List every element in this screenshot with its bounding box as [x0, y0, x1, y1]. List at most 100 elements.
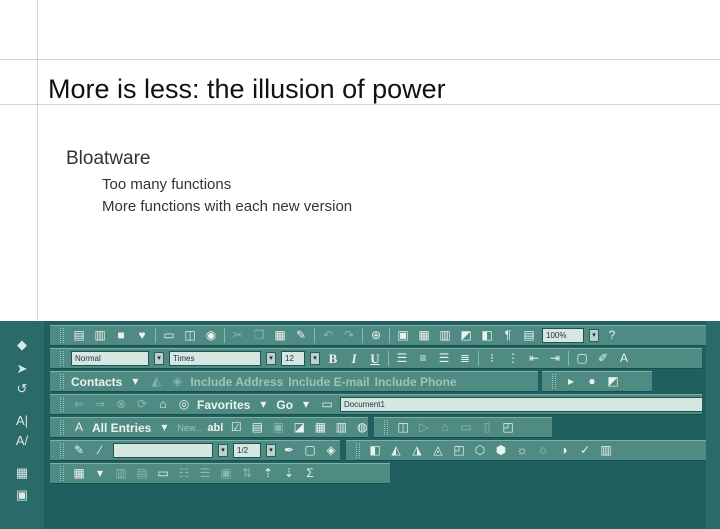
shading-color-icon[interactable]: ◈: [323, 443, 339, 458]
checkbox-icon[interactable]: ☑: [228, 420, 244, 435]
help-icon[interactable]: ?: [604, 328, 620, 343]
table-of-contents-icon[interactable]: ◫: [395, 420, 411, 435]
include-address-button[interactable]: Include Address: [190, 375, 283, 389]
insert-table-icon[interactable]: ▦: [71, 466, 87, 481]
contacts-button[interactable]: Contacts: [71, 375, 122, 389]
tilt-down-icon[interactable]: ◭: [388, 443, 404, 458]
style-dropdown-icon[interactable]: ▾: [154, 352, 164, 365]
align-center-icon[interactable]: ≡: [415, 351, 431, 366]
toolbar-grip[interactable]: [60, 328, 64, 343]
font-field[interactable]: Times: [169, 351, 261, 366]
new-document-icon[interactable]: ▤: [71, 328, 87, 343]
print-icon[interactable]: ▭: [161, 328, 177, 343]
pointer-icon[interactable]: ➤: [13, 361, 31, 377]
toolbar-grip[interactable]: [60, 420, 64, 435]
border-icon[interactable]: ▢: [574, 351, 590, 366]
copy-icon[interactable]: ❐: [251, 328, 267, 343]
lasso-icon[interactable]: ↺: [13, 381, 31, 397]
show-hide-icon[interactable]: ¶: [500, 328, 516, 343]
form-options-icon[interactable]: ▣: [270, 420, 286, 435]
favorites-button[interactable]: Favorites: [197, 398, 250, 412]
decrease-indent-icon[interactable]: ⇤: [526, 351, 542, 366]
zoom-dropdown-icon[interactable]: ▾: [589, 329, 599, 342]
toolbar-grip[interactable]: [60, 351, 64, 366]
font-color-icon[interactable]: A: [616, 351, 632, 366]
back-icon[interactable]: ⇐: [71, 397, 87, 412]
increase-indent-icon[interactable]: ⇥: [547, 351, 563, 366]
recipients-icon[interactable]: ◭: [148, 374, 164, 389]
toolbar-grip[interactable]: [356, 443, 360, 458]
font-size-dropdown-icon[interactable]: ▾: [310, 352, 320, 365]
text-path-icon[interactable]: A/: [13, 433, 31, 449]
text-field-button[interactable]: abl: [207, 422, 223, 434]
undo-icon[interactable]: ↶: [320, 328, 336, 343]
tables-borders-icon[interactable]: ▣: [395, 328, 411, 343]
toolbar-grip[interactable]: [60, 397, 64, 412]
edit-icon[interactable]: ✎: [71, 443, 87, 458]
autotext-icon[interactable]: A: [71, 420, 87, 435]
toolbar-grip[interactable]: [60, 374, 64, 389]
chart-icon[interactable]: ▦: [13, 465, 31, 481]
comment-icon[interactable]: ◩: [605, 374, 621, 389]
new-frame-above-icon[interactable]: ▭: [458, 420, 474, 435]
insert-table-icon[interactable]: ▦: [416, 328, 432, 343]
new-frame-below-icon[interactable]: ▯: [479, 420, 495, 435]
autosum-icon[interactable]: Σ: [302, 466, 318, 481]
search-icon[interactable]: ◎: [176, 397, 192, 412]
stop-icon[interactable]: ⊗: [113, 397, 129, 412]
paste-icon[interactable]: ▦: [272, 328, 288, 343]
style-field[interactable]: Normal: [71, 351, 149, 366]
chevron-down-icon[interactable]: ▾: [92, 466, 108, 481]
all-entries-button[interactable]: All Entries: [92, 421, 151, 435]
insert-table-icon[interactable]: ▦: [312, 420, 328, 435]
toolbar-grip[interactable]: [552, 374, 556, 389]
drawing-icon[interactable]: ◩: [458, 328, 474, 343]
line-weight-dropdown-icon[interactable]: ▾: [266, 444, 276, 457]
chevron-down-icon[interactable]: ▾: [127, 374, 143, 389]
chevron-down-icon[interactable]: ▾: [255, 397, 271, 412]
address-field[interactable]: Document1: [340, 397, 702, 412]
sort-ascending-icon[interactable]: ⇡: [260, 466, 276, 481]
tilt-right-icon[interactable]: ◰: [451, 443, 467, 458]
direction-icon[interactable]: ⬢: [493, 443, 509, 458]
lighting-icon[interactable]: ☼: [514, 443, 530, 458]
refresh-icon[interactable]: ⟳: [134, 397, 150, 412]
cut-icon[interactable]: ✂: [230, 328, 246, 343]
print-preview-icon[interactable]: ◫: [182, 328, 198, 343]
save-icon[interactable]: ■: [113, 328, 129, 343]
tilt-left-icon[interactable]: ◬: [430, 443, 446, 458]
sort-descending-icon[interactable]: ⇣: [281, 466, 297, 481]
ruler-icon[interactable]: ▥: [598, 443, 614, 458]
include-phone-button[interactable]: Include Phone: [375, 375, 457, 389]
reading-layout-icon[interactable]: ▤: [521, 328, 537, 343]
align-right-icon[interactable]: ☰: [436, 351, 452, 366]
depth-icon[interactable]: ⬡: [472, 443, 488, 458]
3d-color-icon[interactable]: ◑: [556, 443, 572, 458]
show-only-web-toolbar-icon[interactable]: ▭: [319, 397, 335, 412]
new-frame-left-icon[interactable]: ▷: [416, 420, 432, 435]
italic-icon[interactable]: I: [346, 351, 362, 366]
spelling-icon[interactable]: ✓: [577, 443, 593, 458]
numbering-icon[interactable]: ⁝: [484, 351, 500, 366]
tilt-up-icon[interactable]: ◮: [409, 443, 425, 458]
hyperlink-icon[interactable]: ⊕: [368, 328, 384, 343]
draw-table-icon[interactable]: ◪: [291, 420, 307, 435]
outside-border-icon[interactable]: ▢: [302, 443, 318, 458]
record-icon[interactable]: ●: [584, 374, 600, 389]
frame-properties-icon[interactable]: ◰: [500, 420, 516, 435]
line-weight-field[interactable]: 1/2: [233, 443, 261, 458]
open-icon[interactable]: ▥: [92, 328, 108, 343]
chevron-down-icon[interactable]: ▾: [156, 420, 172, 435]
line-style-dropdown-icon[interactable]: ▾: [218, 444, 228, 457]
pen-color-icon[interactable]: ✒: [281, 443, 297, 458]
split-cells-icon[interactable]: ▤: [134, 466, 150, 481]
bold-icon[interactable]: B: [325, 351, 341, 366]
3d-toggle-icon[interactable]: ◧: [367, 443, 383, 458]
research-icon[interactable]: ◉: [203, 328, 219, 343]
text-direction-icon[interactable]: ⇅: [239, 466, 255, 481]
align-icon[interactable]: ▭: [155, 466, 171, 481]
forward-icon[interactable]: ⇒: [92, 397, 108, 412]
chevron-down-icon[interactable]: ▾: [298, 397, 314, 412]
font-dropdown-icon[interactable]: ▾: [266, 352, 276, 365]
line-style-field[interactable]: [113, 443, 213, 458]
